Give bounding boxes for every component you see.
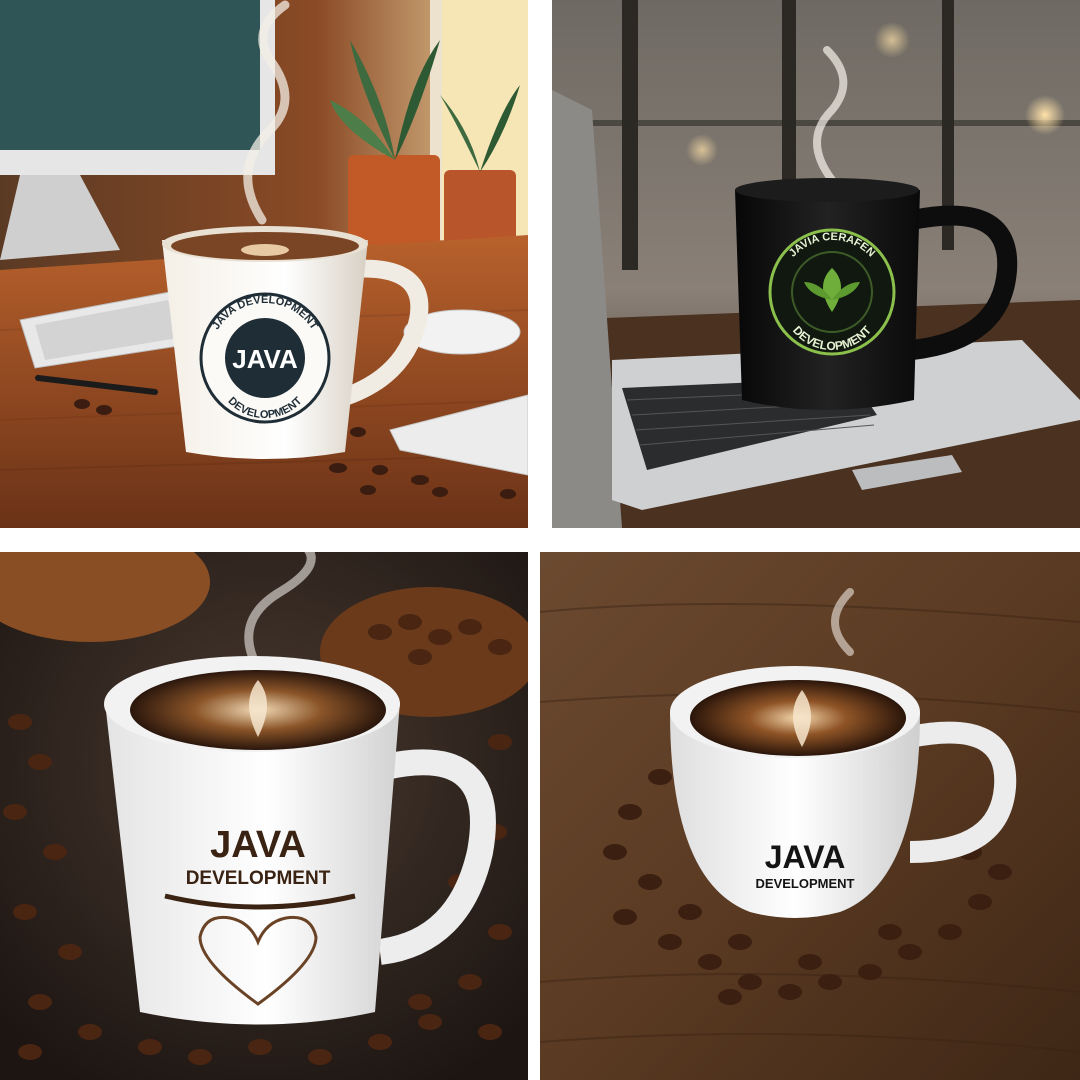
wood-table-scene: JAVA DEVELOPMENT	[540, 552, 1080, 1080]
panel-beans-white-mug: JAVA DEVELOPMENT	[0, 552, 528, 1080]
mug-line1-text: JAVA	[765, 839, 846, 875]
panel-desk-illustration: JAVA DEVELOPMENT DEVELOPMENT JAVA	[0, 0, 528, 528]
mug-center-text: JAVA	[232, 344, 298, 374]
desk-scene: JAVA DEVELOPMENT DEVELOPMENT JAVA	[0, 0, 528, 528]
panel-cafe-black-mug: JAVIA CERAFEN DEVELOPMENT	[552, 0, 1080, 528]
mug-line2-text: DEVELOPMENT	[756, 876, 855, 891]
beans-scene: JAVA DEVELOPMENT	[0, 552, 528, 1080]
light-bokeh	[1025, 95, 1065, 135]
mug-line2-text: DEVELOPMENT	[186, 868, 331, 889]
mug-line1-text: JAVA	[210, 824, 306, 866]
cafe-scene: JAVIA CERAFEN DEVELOPMENT	[552, 0, 1080, 528]
panel-wood-table-cup: JAVA DEVELOPMENT	[540, 552, 1080, 1080]
